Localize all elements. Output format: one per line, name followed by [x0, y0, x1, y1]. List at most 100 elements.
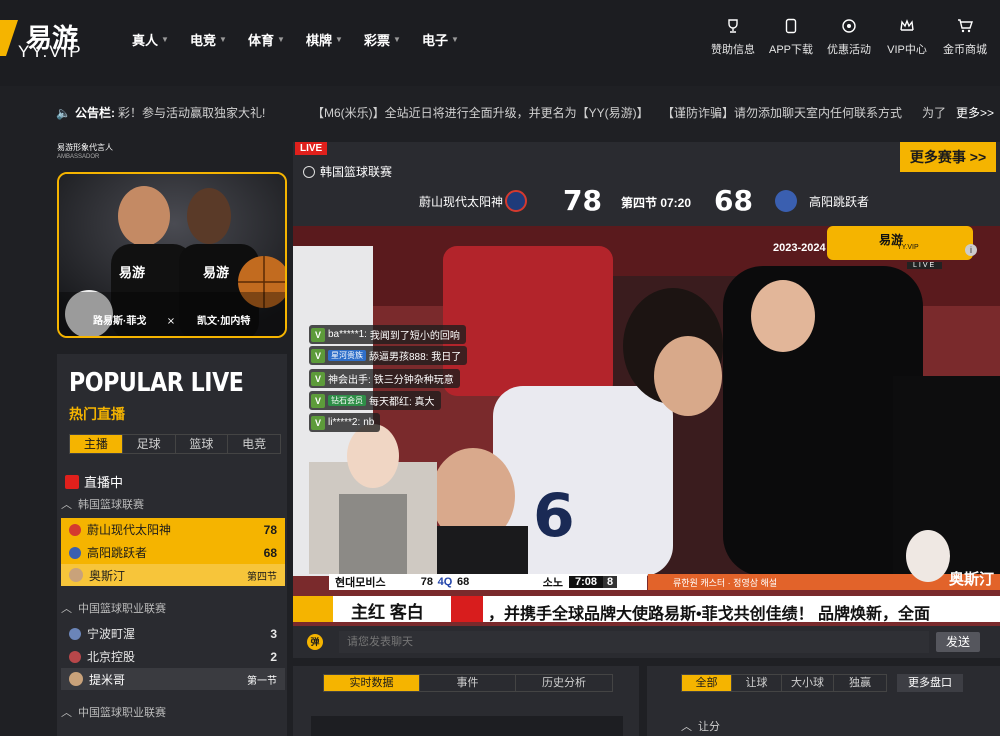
brand-logo[interactable]: 易游 YY.VIP [0, 16, 110, 62]
odds-section-header[interactable]: ︿ 让分 [681, 718, 720, 734]
ambassador-logo-text: 易游 [119, 265, 146, 280]
popular-live-panel: POPULAR LIVE 热门直播 主播 足球 篮球 电竞 直播中 ︿ 韩国篮球… [57, 354, 287, 736]
team-logo-icon [69, 650, 81, 663]
team-row: 北京控股 2 [61, 645, 285, 668]
top-header: 易游 YY.VIP 真人 ▼ 电竞 ▼ 体育 ▼ 棋牌 ▼ 彩票 ▼ 电子 ▼ 赞助信息 A… [0, 0, 1000, 86]
promotions-link[interactable]: 优惠活动 [820, 18, 878, 57]
brand-watermark: 易游 YY.VIP [827, 226, 973, 260]
avatar [69, 672, 83, 686]
ticker-logo-icon [293, 596, 333, 622]
odds-panel: 全部 让球 大小球 独赢 更多盘口 ︿ 让分 [647, 666, 1000, 736]
nav-item-cards[interactable]: 棋牌 ▼ [306, 30, 364, 49]
speaker-icon: 🔈 [56, 105, 71, 120]
tab-history[interactable]: 历史分析 [516, 675, 612, 691]
chat-input[interactable] [339, 631, 929, 653]
chevron-down-icon: ▼ [335, 35, 343, 44]
vip-center-link[interactable]: VIP中心 [878, 18, 936, 57]
ambassador-image: × 易游 易游 [57, 172, 287, 338]
announcement-more-link[interactable]: 更多>> [951, 104, 994, 121]
chevron-up-icon: ︿ [681, 721, 692, 733]
tab-moneyline[interactable]: 独赢 [834, 675, 886, 691]
news-ticker: 主红 客白 ，并携手全球品牌大使路易斯•菲戈共创佳绩！ 品牌焕新，全面 [293, 596, 1000, 623]
vip-badge-icon: V [311, 393, 325, 408]
team-row: 高阳跳跃者 68 [61, 541, 285, 564]
top-links: 赞助信息 APP下载 优惠活动 VIP中心 金币商城 [704, 18, 994, 57]
tab-live-data[interactable]: 实时数据 [324, 675, 420, 691]
announcement-item[interactable]: 为了 [922, 104, 946, 121]
season-label: 2023-2024 [773, 242, 826, 254]
danmaku-icon[interactable]: 弹 [307, 634, 323, 650]
nav-item-sports[interactable]: 体育 ▼ [248, 30, 306, 49]
team-logo-icon [69, 546, 81, 559]
home-team-logo-icon [505, 190, 527, 212]
away-score: 68 [714, 184, 753, 217]
tab-football[interactable]: 足球 [123, 435, 176, 453]
info-icon[interactable]: i [965, 244, 977, 256]
chat-message: V 钻石会员 每天都红: 真大 [309, 391, 441, 410]
stats-content [311, 716, 623, 736]
broadcast-credit: 류한원 캐스터 · 정영삼 해설 [673, 578, 778, 588]
vip-badge-icon: V [311, 348, 325, 363]
popular-tabs: 主播 足球 篮球 电竞 [69, 434, 281, 454]
ambassador-left-name: 路易斯·菲戈 [93, 316, 147, 327]
chevron-down-icon: ▼ [393, 35, 401, 44]
live-match-card[interactable]: 蔚山现代太阳神 78 高阳跳跃者 68 奥斯汀 第四节 [61, 518, 285, 586]
live-match-card[interactable]: 宁波町渥 3 北京控股 2 提米哥 第一节 [61, 622, 285, 690]
chat-message: V 神会出手: 铁三分钟杂种玩意 [309, 369, 460, 388]
send-button[interactable]: 发送 [936, 632, 980, 652]
nav-item-slots[interactable]: 电子 ▼ [422, 30, 480, 49]
tab-handicap[interactable]: 让球 [732, 675, 782, 691]
nav-item-lottery[interactable]: 彩票 ▼ [364, 30, 422, 49]
ambassador-logo-text: 易游 [203, 265, 230, 280]
announcement-item[interactable]: 【M6(米乐)】全站近日将进行全面升级，并更名为【YY(易游)】 [312, 104, 649, 121]
coin-mall-link[interactable]: 金币商城 [936, 18, 994, 57]
chevron-down-icon: ▼ [219, 35, 227, 44]
league-title: 韩国篮球联赛 [303, 163, 392, 180]
avatar [69, 568, 83, 582]
chat-message: V ba*****1: 我闻到了短小的回响 [309, 325, 466, 344]
chevron-up-icon: ︿ [61, 499, 72, 511]
league-header[interactable]: ︿ 中国篮球职业联赛 [61, 600, 166, 616]
chat-bar: 弹 发送 [293, 626, 1000, 658]
ambassador-subtitle: AMBASSADOR [57, 154, 100, 160]
live-video[interactable]: 6 V ba*****1: 我闻到了短小的回响 V 星河贵族 舔逼男孩888: 我日… [293, 226, 1000, 626]
tab-over-under[interactable]: 大小球 [782, 675, 834, 691]
tab-all[interactable]: 全部 [682, 675, 732, 691]
team-row: 宁波町渥 3 [61, 622, 285, 645]
tab-anchor[interactable]: 主播 [70, 435, 123, 453]
svg-text:6: 6 [533, 481, 575, 551]
more-events-button[interactable]: 更多赛事 >> [900, 142, 996, 172]
tab-basketball[interactable]: 篮球 [176, 435, 229, 453]
nav-item-live-casino[interactable]: 真人 ▼ [132, 30, 190, 49]
chevron-up-icon: ︿ [61, 603, 72, 615]
main-nav: 真人 ▼ 电竞 ▼ 体育 ▼ 棋牌 ▼ 彩票 ▼ 电子 ▼ [132, 30, 480, 49]
vip-badge-icon: V [311, 371, 325, 386]
gift-icon [820, 18, 878, 38]
league-header[interactable]: ︿ 韩国篮球联赛 [61, 496, 144, 512]
nav-item-esports[interactable]: 电竞 ▼ [190, 30, 248, 49]
more-odds-button[interactable]: 更多盘口 [897, 674, 963, 692]
cart-icon [936, 18, 994, 38]
tab-events[interactable]: 事件 [420, 675, 516, 691]
announcement-item[interactable]: 彩！参与活动赢取独家大礼! [118, 104, 265, 121]
logo-v-icon [0, 20, 18, 56]
announcement-item[interactable]: 【谨防诈骗】请勿添加聊天室内任何联系方式 [662, 104, 902, 121]
sponsor-link[interactable]: 赞助信息 [704, 18, 762, 57]
tv-scoreboard: 현대모비스 78 4Q 68 소노 7:08 8 [329, 574, 647, 590]
chevron-down-icon: ▼ [161, 35, 169, 44]
league-header[interactable]: ︿ 中国篮球职业联赛 [61, 704, 166, 720]
tab-esports[interactable]: 电竞 [228, 435, 280, 453]
stats-tabs: 实时数据 事件 历史分析 [323, 674, 613, 692]
app-download-link[interactable]: APP下载 [762, 18, 820, 57]
brand-live-label: LIVE [907, 262, 943, 269]
live-now-header: 直播中 [65, 472, 123, 491]
announcement-label: 🔈 公告栏: [56, 105, 115, 121]
phone-icon [762, 18, 820, 38]
vip-badge-icon: V [311, 327, 325, 342]
bell-icon [451, 596, 483, 622]
chevron-up-icon: ︿ [61, 707, 72, 719]
away-team-name: 高阳跳跃者 [809, 195, 870, 209]
ambassador-banner[interactable]: 易游形象代言人 AMBASSADOR × 易游 易游 路易斯·菲戈 凯文·加内特 [57, 142, 287, 340]
ambassador-right-name: 凯文·加内特 [197, 316, 251, 327]
trophy-icon [704, 18, 762, 38]
